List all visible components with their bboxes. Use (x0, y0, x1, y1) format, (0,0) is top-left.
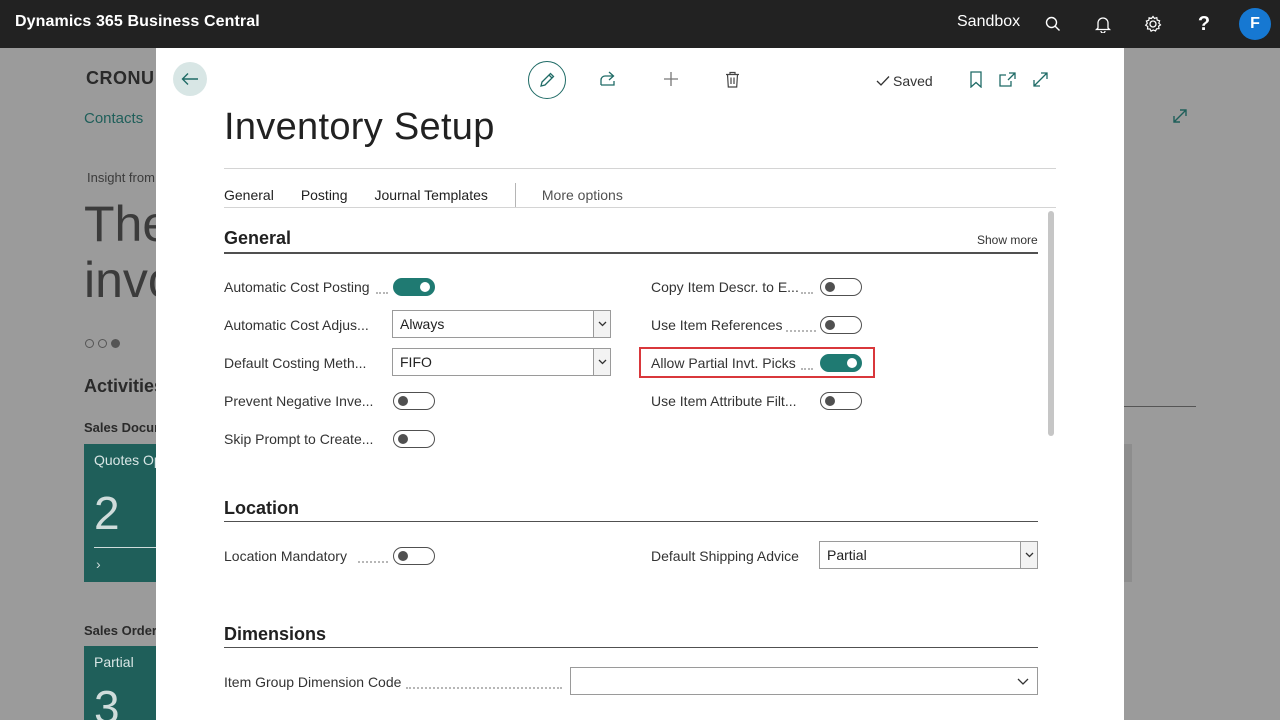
expand-icon[interactable] (1027, 66, 1053, 92)
divider (224, 168, 1056, 169)
bell-icon[interactable] (1091, 12, 1115, 36)
app-title[interactable]: Dynamics 365 Business Central (15, 13, 260, 31)
chevron-down-icon[interactable] (1020, 542, 1037, 568)
vertical-scrollbar[interactable] (1048, 211, 1054, 436)
saved-label: Saved (893, 73, 933, 89)
new-icon[interactable] (658, 66, 684, 92)
default-costing-method-select[interactable]: FIFO (392, 348, 611, 376)
section-rule (224, 252, 1038, 254)
field-label: Item Group Dimension Code (224, 674, 402, 690)
sales-documents-heading: Sales Docur (84, 420, 160, 435)
field-label: Default Shipping Advice (651, 548, 799, 564)
section-rule (224, 647, 1038, 648)
field-label: Prevent Negative Inve... (224, 393, 374, 409)
automatic-cost-posting-toggle[interactable] (393, 278, 435, 296)
environment-name[interactable]: Sandbox (957, 13, 1020, 31)
share-icon[interactable] (595, 66, 621, 92)
section-rule (224, 521, 1038, 522)
insight-label: Insight from (87, 170, 155, 185)
location-mandatory-toggle[interactable] (393, 547, 435, 565)
delete-icon[interactable] (719, 66, 745, 92)
field-label: Copy Item Descr. to E... (651, 279, 799, 295)
tile-value: 2 (94, 487, 120, 539)
automatic-cost-adjustment-select[interactable]: Always (392, 310, 611, 338)
field-label: Skip Prompt to Create... (224, 431, 374, 447)
field-label: Default Costing Meth... (224, 355, 367, 371)
page-title: Inventory Setup (224, 106, 495, 148)
section-title-dimensions[interactable]: Dimensions (224, 624, 326, 645)
divider (224, 207, 1056, 208)
tab-general[interactable]: General (224, 187, 274, 203)
tile-value: 3 (94, 681, 120, 720)
company-name: CRONU (86, 68, 155, 88)
tile-label: Quotes Op (94, 452, 162, 468)
activities-heading: Activities (84, 376, 165, 396)
field-label: Automatic Cost Adjus... (224, 317, 369, 333)
default-shipping-advice-select[interactable]: Partial (819, 541, 1038, 569)
field-label: Location Mandatory (224, 548, 347, 564)
show-more-link[interactable]: Show more (977, 233, 1038, 247)
highlight-box (639, 347, 875, 378)
select-value: Partial (827, 547, 867, 563)
chevron-right-icon: › (96, 556, 101, 572)
background-panel (1124, 444, 1132, 582)
partial-tile: Partial 3 (84, 646, 156, 720)
tab-journal-templates[interactable]: Journal Templates (375, 187, 488, 203)
avatar[interactable]: F (1239, 8, 1271, 40)
inventory-setup-dialog: Saved Inventory Setup General Posting Jo… (156, 48, 1124, 720)
chevron-down-icon[interactable] (593, 311, 610, 337)
expand-icon (1170, 106, 1190, 131)
field-label: Use Item References (651, 317, 783, 333)
divider (1124, 406, 1196, 407)
chevron-down-icon[interactable] (1009, 668, 1037, 694)
tile-label: Partial (94, 654, 134, 670)
tab-bar: General Posting Journal Templates More o… (224, 180, 650, 210)
quotes-tile: Quotes Op 2 › (84, 444, 162, 582)
help-icon[interactable]: ? (1192, 12, 1216, 36)
field-label: Automatic Cost Posting (224, 279, 370, 295)
check-icon (876, 76, 890, 86)
section-title-location[interactable]: Location (224, 498, 299, 519)
section-title-general[interactable]: General (224, 228, 291, 249)
use-item-references-toggle[interactable] (820, 316, 862, 334)
tab-posting[interactable]: Posting (301, 187, 348, 203)
item-group-dimension-code-input[interactable] (570, 667, 1038, 695)
prevent-negative-inventory-toggle[interactable] (393, 392, 435, 410)
nav-contacts: Contacts (84, 110, 144, 127)
sales-orders-heading: Sales Order (84, 623, 157, 638)
back-button[interactable] (173, 62, 207, 96)
select-value: FIFO (400, 354, 432, 370)
edit-button[interactable] (528, 61, 566, 99)
saved-status: Saved (876, 73, 933, 89)
gear-icon[interactable] (1141, 12, 1165, 36)
more-options-button[interactable]: More options (542, 187, 623, 203)
open-new-window-icon[interactable] (994, 66, 1020, 92)
search-icon[interactable] (1041, 12, 1065, 36)
bookmark-icon[interactable] (963, 66, 989, 92)
field-label: Use Item Attribute Filt... (651, 393, 797, 409)
select-value: Always (400, 316, 445, 332)
use-item-attribute-filter-toggle[interactable] (820, 392, 862, 410)
tab-separator (514, 183, 516, 207)
top-bar: Dynamics 365 Business Central Sandbox ? … (0, 0, 1280, 48)
carousel-dots (85, 339, 120, 348)
copy-item-descr-toggle[interactable] (820, 278, 862, 296)
skip-prompt-toggle[interactable] (393, 430, 435, 448)
chevron-down-icon[interactable] (593, 349, 610, 375)
